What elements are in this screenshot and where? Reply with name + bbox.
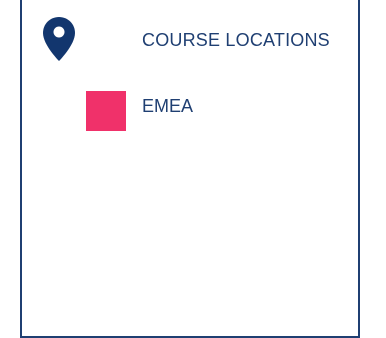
legend-swatch	[86, 91, 126, 131]
legend-label: EMEA	[142, 95, 194, 116]
legend-item-emea[interactable]: EMEA	[86, 91, 193, 131]
panel-title: COURSE LOCATIONS	[142, 30, 330, 50]
map-pin-icon	[43, 17, 75, 61]
